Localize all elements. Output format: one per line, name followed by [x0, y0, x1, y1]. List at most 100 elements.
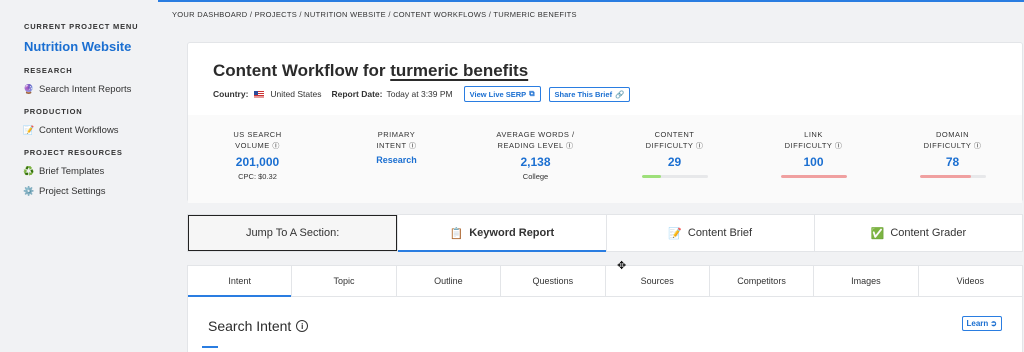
sidebar-item-label: Search Intent Reports [39, 84, 132, 95]
clipboard-icon: 📋 [449, 227, 464, 240]
metrics-row: US SEARCH VOLUME ⓘ 201,000 CPC: $0.32 PR… [188, 115, 1022, 203]
subtab-questions[interactable]: Questions [500, 266, 604, 296]
sidebar-item-search-intent-reports[interactable]: 🔮 Search Intent Reports [23, 84, 158, 95]
subtab-outline[interactable]: Outline [395, 266, 500, 296]
share-brief-button[interactable]: Share This Brief 🔗 [548, 86, 631, 102]
share-brief-label: Share This Brief [554, 89, 613, 99]
memo-icon: 📝 [668, 227, 682, 240]
jump-to-section-label: Jump To A Section: [188, 215, 398, 251]
metric-value[interactable]: Research [327, 155, 466, 165]
metric-value: 2,138 [520, 155, 551, 169]
difficulty-bar-fill [919, 175, 971, 178]
jump-to-section-bar: Jump To A Section: 📋 Keyword Report 📝 Co… [187, 214, 1023, 252]
info-icon[interactable]: ⓘ [409, 143, 417, 150]
metric-primary-intent: PRIMARY INTENT ⓘ Research [327, 115, 466, 203]
page-title-prefix: Content Workflow for [213, 61, 386, 80]
tab-label: Keyword Report [469, 227, 555, 239]
learn-label: Learn [966, 319, 989, 328]
check-mark-icon: ✅ [870, 227, 885, 240]
report-date-label: Report Date: [331, 89, 383, 99]
memo-icon: 📝 [23, 125, 35, 135]
gear-icon: ⚙️ [23, 186, 35, 196]
metric-value: 29 [667, 155, 682, 169]
sidebar-item-content-workflows[interactable]: 📝 Content Workflows [23, 125, 158, 136]
crystal-ball-icon: 🔮 [23, 84, 35, 94]
sidebar-item-brief-templates[interactable]: ♻️ Brief Templates [23, 166, 158, 177]
subtab-topic[interactable]: Topic [291, 266, 395, 296]
metric-label-line2: READING LEVEL [497, 141, 564, 150]
subtab-videos[interactable]: Videos [917, 266, 1022, 296]
sidebar-section-project-resources: PROJECT RESOURCES [24, 148, 123, 157]
view-live-serp-button[interactable]: View Live SERP ⧉ [463, 86, 541, 102]
metric-label: DOMAIN DIFFICULTY ⓘ [883, 129, 1022, 152]
view-live-serp-label: View Live SERP [469, 89, 527, 99]
difficulty-bar [780, 175, 847, 178]
top-accent-line [158, 0, 1024, 2]
metric-label-line1: AVERAGE WORDS / [496, 130, 575, 139]
subtabs: Intent Topic Outline Questions Sources C… [188, 266, 1022, 297]
metric-label: CONTENT DIFFICULTY ⓘ [605, 129, 744, 152]
keyword-report-card: Intent Topic Outline Questions Sources C… [187, 265, 1023, 352]
metric-label-line1: PRIMARY [377, 130, 416, 139]
metric-label-line2: DIFFICULTY [645, 141, 694, 150]
metric-value: 78 [945, 155, 960, 169]
metric-label-line1: CONTENT [654, 130, 695, 139]
report-date-value: Today at 3:39 PM [386, 89, 453, 99]
sidebar-menu-header: CURRENT PROJECT MENU [24, 22, 139, 31]
metric-average-words: AVERAGE WORDS / READING LEVEL ⓘ 2,138 Co… [466, 115, 605, 203]
metric-label: PRIMARY INTENT ⓘ [327, 129, 466, 152]
metric-label: LINK DIFFICULTY ⓘ [744, 129, 883, 152]
tab-content-brief[interactable]: 📝 Content Brief [605, 215, 814, 251]
metric-label-line2: DIFFICULTY [784, 141, 833, 150]
recycle-icon: ♻️ [23, 166, 35, 176]
meta-row: Country: United States Report Date: Toda… [213, 86, 631, 102]
sidebar-item-label: Project Settings [39, 186, 106, 197]
metric-label: AVERAGE WORDS / READING LEVEL ⓘ [466, 129, 605, 152]
page-title-keyword: turmeric benefits [390, 61, 529, 80]
metric-label-line1: DOMAIN [936, 130, 969, 139]
metric-value: 100 [803, 155, 824, 169]
difficulty-bar [919, 175, 986, 178]
subtab-competitors[interactable]: Competitors [708, 266, 813, 296]
arrow-circle-icon: ➲ [990, 319, 997, 328]
tab-keyword-report[interactable]: 📋 Keyword Report [397, 215, 606, 252]
metric-sub: College [522, 172, 549, 181]
subtab-images[interactable]: Images [813, 266, 917, 296]
metric-sub: CPC: $0.32 [238, 172, 277, 181]
metric-label-line2: DIFFICULTY [923, 141, 972, 150]
subtab-intent[interactable]: Intent [188, 266, 292, 297]
tab-label: Content Brief [687, 227, 753, 239]
us-flag-icon [254, 90, 265, 98]
metric-label-line1: LINK [804, 130, 823, 139]
info-icon[interactable]: ⓘ [974, 143, 982, 150]
metric-content-difficulty: CONTENT DIFFICULTY ⓘ 29 [605, 115, 744, 203]
breadcrumb[interactable]: YOUR DASHBOARD / PROJECTS / NUTRITION WE… [172, 10, 577, 19]
sidebar-project-name[interactable]: Nutrition Website [24, 39, 158, 54]
external-link-icon: ⧉ [529, 89, 535, 98]
sidebar: CURRENT PROJECT MENU Nutrition Website R… [0, 0, 158, 352]
difficulty-bar [641, 175, 708, 178]
info-icon[interactable]: ⓘ [566, 143, 574, 150]
metric-label-line2: VOLUME [235, 141, 270, 150]
learn-button[interactable]: Learn ➲ [961, 316, 1002, 331]
metric-link-difficulty: LINK DIFFICULTY ⓘ 100 [744, 115, 883, 203]
metric-value: 201,000 [235, 155, 280, 169]
metric-label-line2: INTENT [376, 141, 407, 150]
metric-domain-difficulty: DOMAIN DIFFICULTY ⓘ 78 [883, 115, 1022, 203]
section-title: Search Intent i [208, 318, 309, 334]
info-icon[interactable]: ⓘ [696, 143, 704, 150]
tab-content-grader[interactable]: ✅ Content Grader [813, 215, 1022, 251]
move-cursor-icon: ✥ [617, 260, 627, 272]
section-title-text: Search Intent [208, 318, 292, 334]
difficulty-bar-fill [780, 175, 847, 178]
page-title: Content Workflow for turmeric benefits [213, 61, 528, 81]
info-icon[interactable]: i [296, 320, 309, 332]
metric-label-line1: US SEARCH [233, 130, 282, 139]
sidebar-item-project-settings[interactable]: ⚙️ Project Settings [23, 186, 158, 197]
country-label: Country: [213, 89, 249, 99]
link-icon: 🔗 [615, 89, 625, 99]
info-icon[interactable]: ⓘ [272, 143, 280, 150]
section-underline [202, 346, 218, 348]
info-icon[interactable]: ⓘ [835, 143, 843, 150]
sidebar-section-production: PRODUCTION [24, 107, 83, 116]
